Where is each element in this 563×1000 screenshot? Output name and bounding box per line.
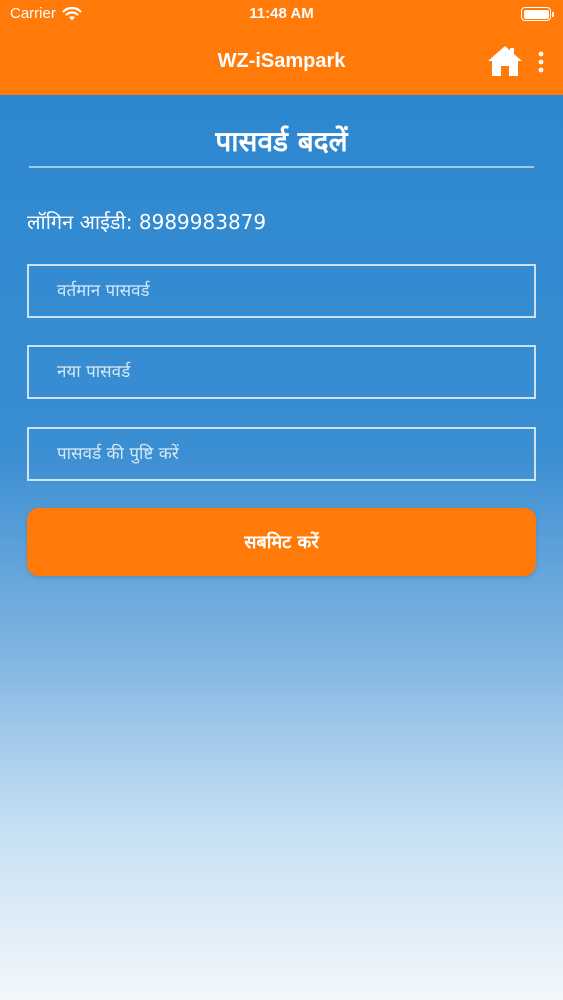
submit-button[interactable]: सबमिट करें xyxy=(27,508,536,576)
nav-bar: WZ-iSampark xyxy=(0,28,563,95)
page-title: पासवर्ड बदलें xyxy=(215,125,348,158)
battery-icon xyxy=(521,7,554,21)
status-bar: Carrier 11:48 AM xyxy=(0,0,563,28)
battery-fill xyxy=(523,9,549,19)
login-id-label: लॉगिन आईडी: 8989983879 xyxy=(27,210,267,234)
home-icon[interactable] xyxy=(487,44,523,78)
new-password-input[interactable] xyxy=(27,345,536,399)
confirm-password-input[interactable] xyxy=(27,427,536,481)
more-vertical-icon[interactable] xyxy=(534,50,548,74)
app-title: WZ-iSampark xyxy=(217,50,346,72)
status-time: 11:48 AM xyxy=(249,5,314,22)
current-password-input[interactable] xyxy=(27,264,536,318)
title-divider xyxy=(29,166,534,168)
